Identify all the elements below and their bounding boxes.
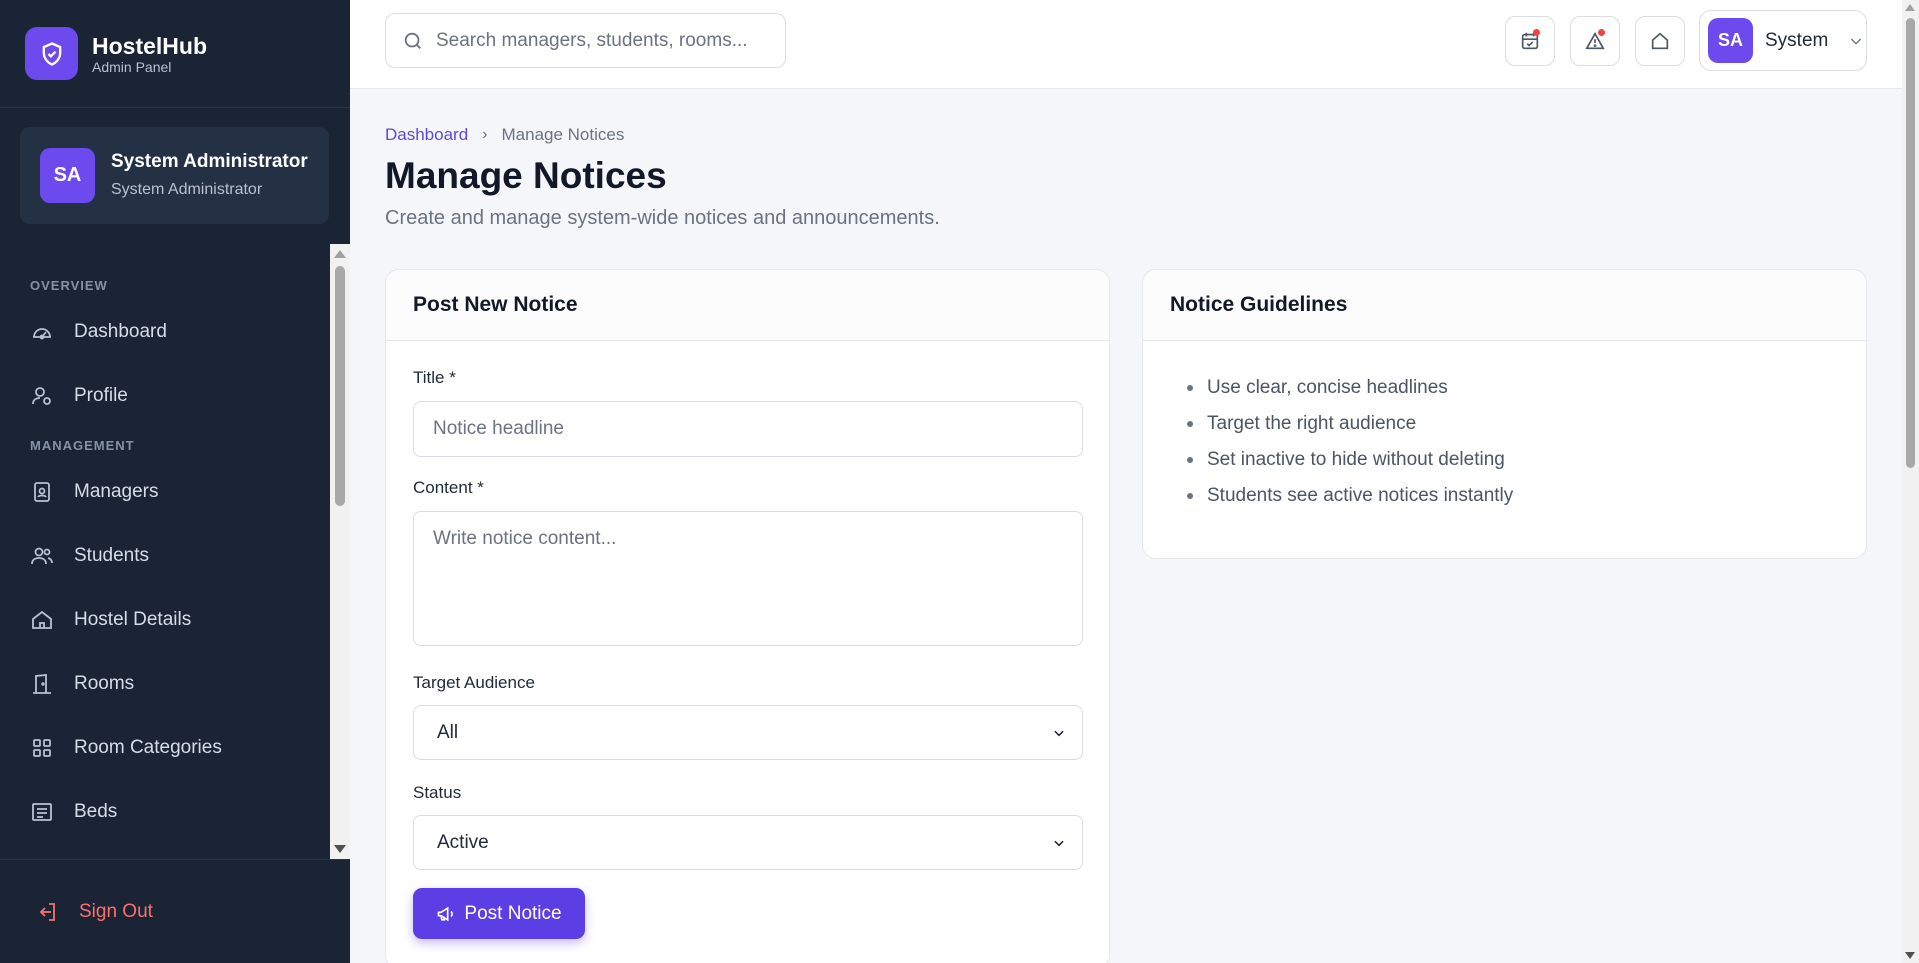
topbar: SA System bbox=[350, 0, 1902, 89]
nav-section-management: MANAGEMENT bbox=[30, 437, 135, 453]
brand-subtitle: Admin Panel bbox=[92, 58, 172, 75]
audience-selected-value: All bbox=[437, 721, 459, 743]
alerts-button[interactable] bbox=[1570, 16, 1620, 66]
sidebar-item-label: Students bbox=[74, 545, 149, 566]
page-title: Manage Notices bbox=[385, 155, 667, 196]
chevron-down-icon bbox=[1054, 730, 1064, 736]
user-name: System Administrator bbox=[111, 150, 308, 172]
sidebar-item-beds[interactable]: Beds bbox=[0, 780, 350, 844]
chevron-down-icon bbox=[1054, 840, 1064, 846]
scroll-down-icon[interactable] bbox=[1905, 952, 1915, 959]
sidebar-nav: OVERVIEW Dashboard Profile MANAGEMENT Ma… bbox=[0, 244, 350, 859]
bed-list-icon bbox=[32, 803, 52, 821]
list-item: Set inactive to hide without deleting bbox=[1187, 442, 1513, 478]
content-textarea[interactable] bbox=[413, 511, 1083, 646]
breadcrumb: Dashboard › Manage Notices bbox=[385, 125, 624, 145]
sidebar-item-label: Hostel Details bbox=[74, 609, 192, 630]
breadcrumb-current: Manage Notices bbox=[501, 125, 625, 144]
user-role: System Administrator bbox=[111, 180, 263, 198]
id-badge-icon bbox=[34, 482, 50, 502]
audience-label: Target Audience bbox=[413, 673, 535, 692]
grid-icon bbox=[33, 739, 51, 757]
post-notice-label: Post Notice bbox=[464, 902, 562, 924]
status-select[interactable]: Active bbox=[413, 815, 1083, 870]
sign-out-icon bbox=[39, 902, 55, 921]
sidebar-item-label: Managers bbox=[74, 481, 159, 502]
sidebar-item-dashboard[interactable]: Dashboard bbox=[0, 300, 350, 364]
scroll-up-icon[interactable] bbox=[334, 250, 346, 258]
sign-out-button[interactable]: Sign Out bbox=[0, 859, 350, 963]
sidebar-item-label: Room Categories bbox=[74, 737, 222, 758]
breadcrumb-dashboard-link[interactable]: Dashboard bbox=[385, 125, 468, 145]
sidebar-item-profile[interactable]: Profile bbox=[0, 364, 350, 428]
sidebar-scrollbar[interactable] bbox=[330, 244, 350, 859]
user-gear-icon bbox=[32, 387, 51, 405]
status-label: Status bbox=[413, 783, 462, 802]
avatar: SA bbox=[40, 148, 95, 203]
brand-name: HostelHub bbox=[92, 32, 207, 59]
megaphone-icon bbox=[438, 906, 454, 921]
guidelines-card: Notice Guidelines Use clear, concise hea… bbox=[1142, 269, 1867, 559]
chevron-down-icon bbox=[1851, 38, 1862, 45]
audience-select[interactable]: All bbox=[413, 705, 1083, 760]
status-selected-value: Active bbox=[437, 831, 489, 853]
user-card: SA System Administrator System Administr… bbox=[20, 127, 329, 224]
home-icon bbox=[32, 610, 52, 629]
sidebar-item-room-categories[interactable]: Room Categories bbox=[0, 716, 350, 780]
post-notice-card: Post New Notice Title * Content * Target… bbox=[385, 269, 1110, 963]
scroll-down-icon[interactable] bbox=[334, 845, 346, 853]
sign-out-label: Sign Out bbox=[79, 900, 153, 922]
notification-dot bbox=[1598, 29, 1605, 36]
users-icon bbox=[31, 547, 53, 565]
content-label: Content * bbox=[413, 478, 484, 497]
sidebar-item-hostel-details[interactable]: Hostel Details bbox=[0, 588, 350, 652]
list-item: Target the right audience bbox=[1187, 406, 1513, 442]
title-label: Title * bbox=[413, 368, 456, 387]
title-input[interactable] bbox=[413, 401, 1083, 457]
gauge-icon bbox=[33, 328, 51, 340]
search-icon bbox=[404, 32, 421, 49]
page-scroll-thumb[interactable] bbox=[1906, 18, 1915, 468]
brand[interactable]: HostelHub Admin Panel bbox=[0, 0, 350, 108]
avatar: SA bbox=[1708, 18, 1753, 63]
scroll-up-icon[interactable] bbox=[1905, 4, 1915, 11]
sidebar-item-label: Dashboard bbox=[74, 321, 167, 342]
card-title: Post New Notice bbox=[386, 270, 1109, 341]
sidebar-scroll-thumb[interactable] bbox=[335, 266, 345, 506]
calendar-button[interactable] bbox=[1505, 16, 1555, 66]
search-box[interactable] bbox=[385, 13, 786, 68]
card-title: Notice Guidelines bbox=[1143, 270, 1866, 341]
user-menu-label: System bbox=[1765, 29, 1829, 51]
sidebar-item-label: Beds bbox=[74, 801, 118, 822]
list-item: Students see active notices instantly bbox=[1187, 478, 1513, 514]
page-scrollbar[interactable] bbox=[1902, 0, 1919, 963]
sidebar: HostelHub Admin Panel SA System Administ… bbox=[0, 0, 350, 963]
door-icon bbox=[33, 674, 51, 694]
page-subtitle: Create and manage system-wide notices an… bbox=[385, 207, 940, 229]
sidebar-item-students[interactable]: Students bbox=[0, 524, 350, 588]
list-item: Use clear, concise headlines bbox=[1187, 370, 1513, 406]
home-icon bbox=[1651, 32, 1669, 50]
notification-dot bbox=[1533, 29, 1540, 36]
home-button[interactable] bbox=[1635, 16, 1685, 66]
sidebar-item-managers[interactable]: Managers bbox=[0, 460, 350, 524]
shield-check-icon bbox=[25, 27, 78, 80]
chevron-right-icon: › bbox=[482, 126, 488, 143]
nav-section-overview: OVERVIEW bbox=[30, 277, 108, 293]
sidebar-item-label: Rooms bbox=[74, 673, 135, 694]
guidelines-list: Use clear, concise headlines Target the … bbox=[1187, 370, 1513, 514]
sidebar-item-label: Profile bbox=[74, 385, 128, 406]
post-notice-button[interactable]: Post Notice bbox=[413, 888, 585, 939]
search-input[interactable] bbox=[436, 29, 766, 52]
user-menu[interactable]: SA System bbox=[1699, 10, 1867, 71]
sidebar-item-rooms[interactable]: Rooms bbox=[0, 652, 350, 716]
